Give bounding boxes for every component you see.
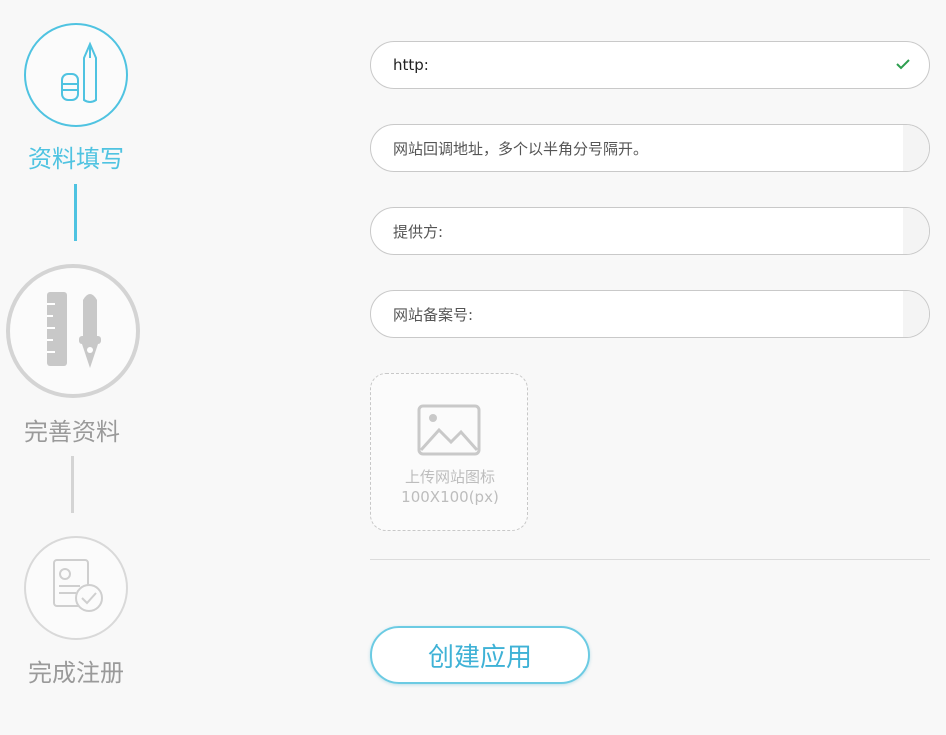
- icon-upload-area[interactable]: 上传网站图标 100X100(px): [370, 373, 528, 531]
- step-1-label: 资料填写: [28, 145, 124, 173]
- step-connector-2: [71, 456, 74, 513]
- step-2-label: 完善资料: [24, 418, 120, 446]
- input-scroll-edge: [903, 125, 929, 171]
- upload-size-hint: 100X100(px): [401, 488, 499, 506]
- upload-label: 上传网站图标: [404, 468, 495, 486]
- step-connector-1: [74, 184, 77, 241]
- step-3-label: 完成注册: [28, 659, 124, 687]
- callback-url-placeholder: 网站回调地址，多个以半角分号隔开。: [393, 139, 649, 158]
- step-2-circle: [6, 264, 140, 398]
- step-3-circle: [24, 536, 128, 640]
- image-icon: [417, 404, 481, 456]
- input-scroll-edge: [903, 291, 929, 337]
- ruler-pen-icon: [47, 292, 101, 368]
- step-1-circle: [24, 23, 128, 127]
- form-divider: [370, 559, 930, 560]
- provider-placeholder: 提供方:: [393, 222, 444, 241]
- callback-url-input[interactable]: 网站回调地址，多个以半角分号隔开。: [370, 124, 930, 172]
- icp-number-placeholder: 网站备案号:: [393, 305, 474, 324]
- pencil-eraser-icon: [61, 41, 97, 103]
- provider-input[interactable]: 提供方:: [370, 207, 930, 255]
- input-scroll-edge: [903, 208, 929, 254]
- create-app-button[interactable]: 创建应用: [370, 626, 590, 684]
- document-check-icon: [53, 559, 103, 612]
- website-url-input[interactable]: http:: [370, 41, 930, 89]
- icp-number-input[interactable]: 网站备案号:: [370, 290, 930, 338]
- check-icon: [896, 59, 910, 70]
- website-url-value: http:: [393, 56, 429, 74]
